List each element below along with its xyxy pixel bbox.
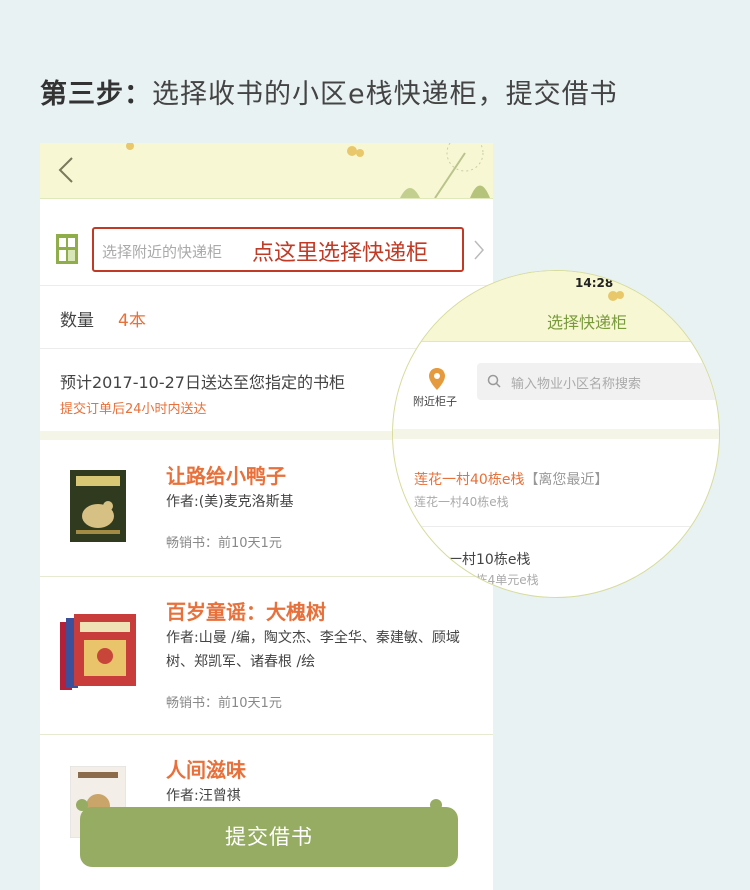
zoom-page-title: 选择快递柜 <box>547 313 628 332</box>
delivery-note: 提交订单后24小时内送达 <box>60 402 207 417</box>
zoom-top-bar: 14:28 选择快递柜 <box>393 271 719 342</box>
quantity-value: 4本 <box>118 311 146 331</box>
book-sales: 畅销书：前10天1元 <box>166 696 282 711</box>
flower-decoration-icon <box>608 291 624 301</box>
back-arrow-icon[interactable] <box>54 155 78 185</box>
step-heading: 第三步：选择收书的小区e栈快递柜，提交借书 <box>40 72 618 111</box>
top-bar <box>40 143 493 199</box>
dandelion-decoration-icon <box>347 143 490 198</box>
zoom-magnifier: 14:28 选择快递柜 附近柜子 输入物业小区名称搜索 莲花一村40栋e栈【离您… <box>392 270 720 598</box>
locker-icon <box>56 234 78 264</box>
chevron-right-icon[interactable] <box>472 239 486 261</box>
cabinet-address: 0栋4单元e栈 <box>468 573 539 587</box>
nearby-cabinets-label[interactable]: 附近柜子 <box>413 393 457 409</box>
location-pin-icon[interactable] <box>428 367 446 391</box>
cabinet-result-item[interactable]: 一村10栋e栈 <box>448 549 530 569</box>
step-text: 选择收书的小区e栈快递柜，提交借书 <box>152 79 618 110</box>
cabinet-search-input[interactable]: 输入物业小区名称搜索 <box>477 363 719 400</box>
cabinet-address: 莲花一村40栋e栈 <box>414 495 509 509</box>
submit-borrow-button[interactable]: 提交借书 <box>76 799 458 867</box>
cabinet-name: 莲花一村40栋e栈 <box>414 472 525 488</box>
flower-decoration-icon <box>126 143 134 150</box>
step-number: 第三步： <box>40 79 152 110</box>
quantity-label: 数量 <box>60 311 94 331</box>
book-title[interactable]: 人间滋味 <box>166 754 246 783</box>
book-item[interactable]: 百岁童谣：大槐树 作者:山曼 /编，陶文杰、李全华、秦建敏、顾域树、郑凯军、诸春… <box>40 576 493 735</box>
search-placeholder: 输入物业小区名称搜索 <box>511 377 642 392</box>
result-divider <box>393 526 719 527</box>
book-cover-duck <box>70 470 126 542</box>
book-cover-tree <box>60 614 136 690</box>
cabinet-hint: 点这里选择快递柜 <box>252 241 429 266</box>
book-title[interactable]: 让路给小鸭子 <box>166 460 286 489</box>
delivery-estimate: 预计2017-10-27日送达至您指定的书柜 <box>60 373 345 392</box>
search-icon <box>487 374 501 388</box>
cabinet-placeholder: 选择附近的快递柜 <box>102 243 223 261</box>
book-sales: 畅销书：前10天1元 <box>166 536 282 551</box>
submit-borrow-label: 提交借书 <box>225 825 313 849</box>
nearest-tag: 【离您最近】 <box>524 472 609 488</box>
book-title[interactable]: 百岁童谣：大槐树 <box>166 596 326 625</box>
cabinet-result-item[interactable]: 莲花一村40栋e栈【离您最近】 <box>414 469 608 489</box>
zoom-divider <box>393 429 719 439</box>
cabinet-select-box[interactable]: 选择附近的快递柜 点这里选择快递柜 <box>92 227 464 272</box>
book-author: 作者:山曼 /编，陶文杰、李全华、秦建敏、顾域树、郑凯军、诸春根 /绘 <box>166 630 460 670</box>
